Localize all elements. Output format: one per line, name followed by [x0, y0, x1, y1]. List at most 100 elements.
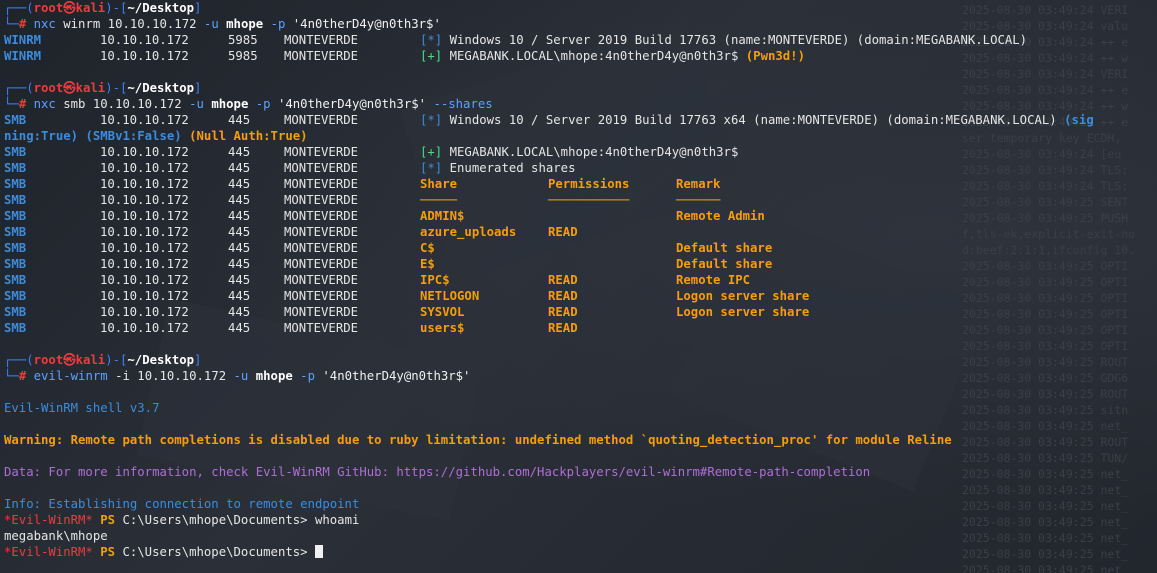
- header-underline: ──────: [676, 193, 721, 207]
- ip-address: 10.10.10.172: [100, 49, 189, 63]
- hostname: MONTEVERDE: [284, 161, 359, 175]
- command-args: winrm 10.10.10.172: [55, 17, 204, 31]
- winrm-row: WINRM 10.10.10.172 5985 MONTEVERDE [*] Windo…: [4, 32, 1157, 48]
- prompt-dir: ~/Desktop: [127, 353, 195, 367]
- proto-label: SMB: [4, 241, 27, 255]
- prompt-frame: └─: [4, 369, 19, 383]
- share-row: SMB 10.10.10.172 445 MONTEVERDE SYSVOL READ Lo…: [4, 304, 1157, 320]
- share-header-line: SMB 10.10.10.172 445 MONTEVERDE Share Permiss…: [4, 176, 1157, 192]
- share-permission: READ: [548, 321, 578, 335]
- prompt-hash: #: [18, 17, 27, 31]
- port: 445: [228, 241, 251, 255]
- data-message: Data: For more information, check Evil-W…: [4, 465, 871, 479]
- share-name: ADMIN$: [420, 209, 465, 223]
- status-mark: [*]: [420, 33, 443, 47]
- info-message: Info: Establishing connection to remote …: [4, 497, 360, 511]
- share-remark: Remote Admin: [676, 209, 765, 223]
- port: 445: [228, 225, 251, 239]
- hostname: MONTEVERDE: [284, 273, 359, 287]
- ip-address: 10.10.10.172: [100, 241, 189, 255]
- ps-label: PS: [92, 513, 123, 527]
- prompt-host: kali: [75, 353, 106, 367]
- share-underline-line: SMB 10.10.10.172 445 MONTEVERDE ───── ───────…: [4, 192, 1157, 208]
- prompt-frame: )-[: [105, 81, 128, 95]
- ip-address: 10.10.10.172: [100, 113, 189, 127]
- prompt-hash: #: [18, 369, 27, 383]
- port: 5985: [228, 33, 258, 47]
- command-user: mhope: [248, 369, 301, 383]
- header-underline: ───────────: [548, 193, 630, 207]
- ps-input-line[interactable]: *Evil-WinRM* PS C:\Users\mhope\Documents…: [4, 544, 1157, 560]
- ps-path: C:\Users\mhope\Documents>: [122, 545, 315, 559]
- port: 445: [228, 193, 251, 207]
- ip-address: 10.10.10.172: [100, 161, 189, 175]
- hostname: MONTEVERDE: [284, 113, 359, 127]
- status-message: MEGABANK.LOCAL\mhope:4n0therD4y@n0th3r$: [442, 49, 746, 63]
- share-row: SMB 10.10.10.172 445 MONTEVERDE E$ Default sh…: [4, 256, 1157, 272]
- prompt-user: root: [33, 353, 64, 367]
- prompt-frame: └─: [4, 97, 19, 111]
- share-remark: Logon server share: [676, 305, 810, 319]
- command-password: '4n0therD4y@n0th3r$': [285, 17, 441, 31]
- proto-label: SMB: [4, 113, 27, 127]
- proto-label: SMB: [4, 225, 27, 239]
- hostname: MONTEVERDE: [284, 241, 359, 255]
- port: 445: [228, 145, 251, 159]
- prompt-line: ┌──(root㉿kali)-[~/Desktop]: [4, 0, 1157, 16]
- share-permission: READ: [548, 305, 578, 319]
- proto-label: SMB: [4, 273, 27, 287]
- terminal-output[interactable]: ┌──(root㉿kali)-[~/Desktop] └─# nxc winrm…: [4, 0, 1157, 573]
- port: 445: [228, 257, 251, 271]
- command-flag: --shares: [433, 97, 493, 111]
- share-name: IPC$: [420, 273, 450, 287]
- share-remark: Default share: [676, 257, 773, 271]
- port: 445: [228, 113, 251, 127]
- proto-label: SMB: [4, 289, 27, 303]
- status-mark: [+]: [420, 49, 443, 63]
- command-line: └─# nxc winrm 10.10.10.172 -u mhope -p '…: [4, 16, 1157, 32]
- command-flag: -u: [189, 97, 204, 111]
- prompt-frame: ]: [194, 353, 202, 367]
- prompt-frame: ]: [194, 1, 202, 15]
- status-message: MEGABANK.LOCAL\mhope:4n0therD4y@n0th3r$: [442, 145, 739, 159]
- warning-message: Warning: Remote path completions is disa…: [4, 433, 952, 447]
- port: 445: [228, 321, 251, 335]
- port: 5985: [228, 49, 258, 63]
- evil-winrm-tag: *Evil-WinRM*: [4, 513, 93, 527]
- hostname: MONTEVERDE: [284, 321, 359, 335]
- command-password: '4n0therD4y@n0th3r$': [270, 97, 434, 111]
- status-mark: [+]: [420, 145, 443, 159]
- ip-address: 10.10.10.172: [100, 289, 189, 303]
- command-line: └─# evil-winrm -i 10.10.10.172 -u mhope …: [4, 368, 1157, 384]
- proto-label: SMB: [4, 209, 27, 223]
- header-underline: ─────: [420, 193, 458, 207]
- port: 445: [228, 161, 251, 175]
- share-row: SMB 10.10.10.172 445 MONTEVERDE NETLOGON READ…: [4, 288, 1157, 304]
- ip-address: 10.10.10.172: [100, 321, 189, 335]
- terminal-cursor[interactable]: [314, 545, 323, 558]
- ip-address: 10.10.10.172: [100, 193, 189, 207]
- port: 445: [228, 289, 251, 303]
- command-binary: evil-winrm: [33, 369, 108, 383]
- prompt-frame: ]: [194, 81, 202, 95]
- smb-enum-line: SMB 10.10.10.172 445 MONTEVERDE [*] Enumerat…: [4, 160, 1157, 176]
- hostname: MONTEVERDE: [284, 289, 359, 303]
- signing-flag: ning:True): [4, 129, 79, 143]
- hostname: MONTEVERDE: [284, 305, 359, 319]
- column-header-permissions: Permissions: [548, 177, 630, 191]
- share-remark: Default share: [676, 241, 773, 255]
- prompt-frame: )-[: [105, 353, 128, 367]
- smb-info-wrap-line: ning:True) (SMBv1:False) (Null Auth:True…: [4, 128, 1157, 144]
- evil-winrm-version: Evil-WinRM shell v3.7: [4, 401, 160, 415]
- command-flag: -p: [255, 97, 271, 111]
- prompt-line: ┌──(root㉿kali)-[~/Desktop]: [4, 80, 1157, 96]
- share-row: SMB 10.10.10.172 445 MONTEVERDE ADMIN$ Remote…: [4, 208, 1157, 224]
- hostname: MONTEVERDE: [284, 49, 359, 63]
- hostname: MONTEVERDE: [284, 177, 359, 191]
- proto-label: WINRM: [4, 49, 42, 63]
- null-auth-flag: (Null Auth:True): [189, 129, 308, 143]
- hostname: MONTEVERDE: [284, 257, 359, 271]
- ps-command: whoami: [314, 513, 360, 527]
